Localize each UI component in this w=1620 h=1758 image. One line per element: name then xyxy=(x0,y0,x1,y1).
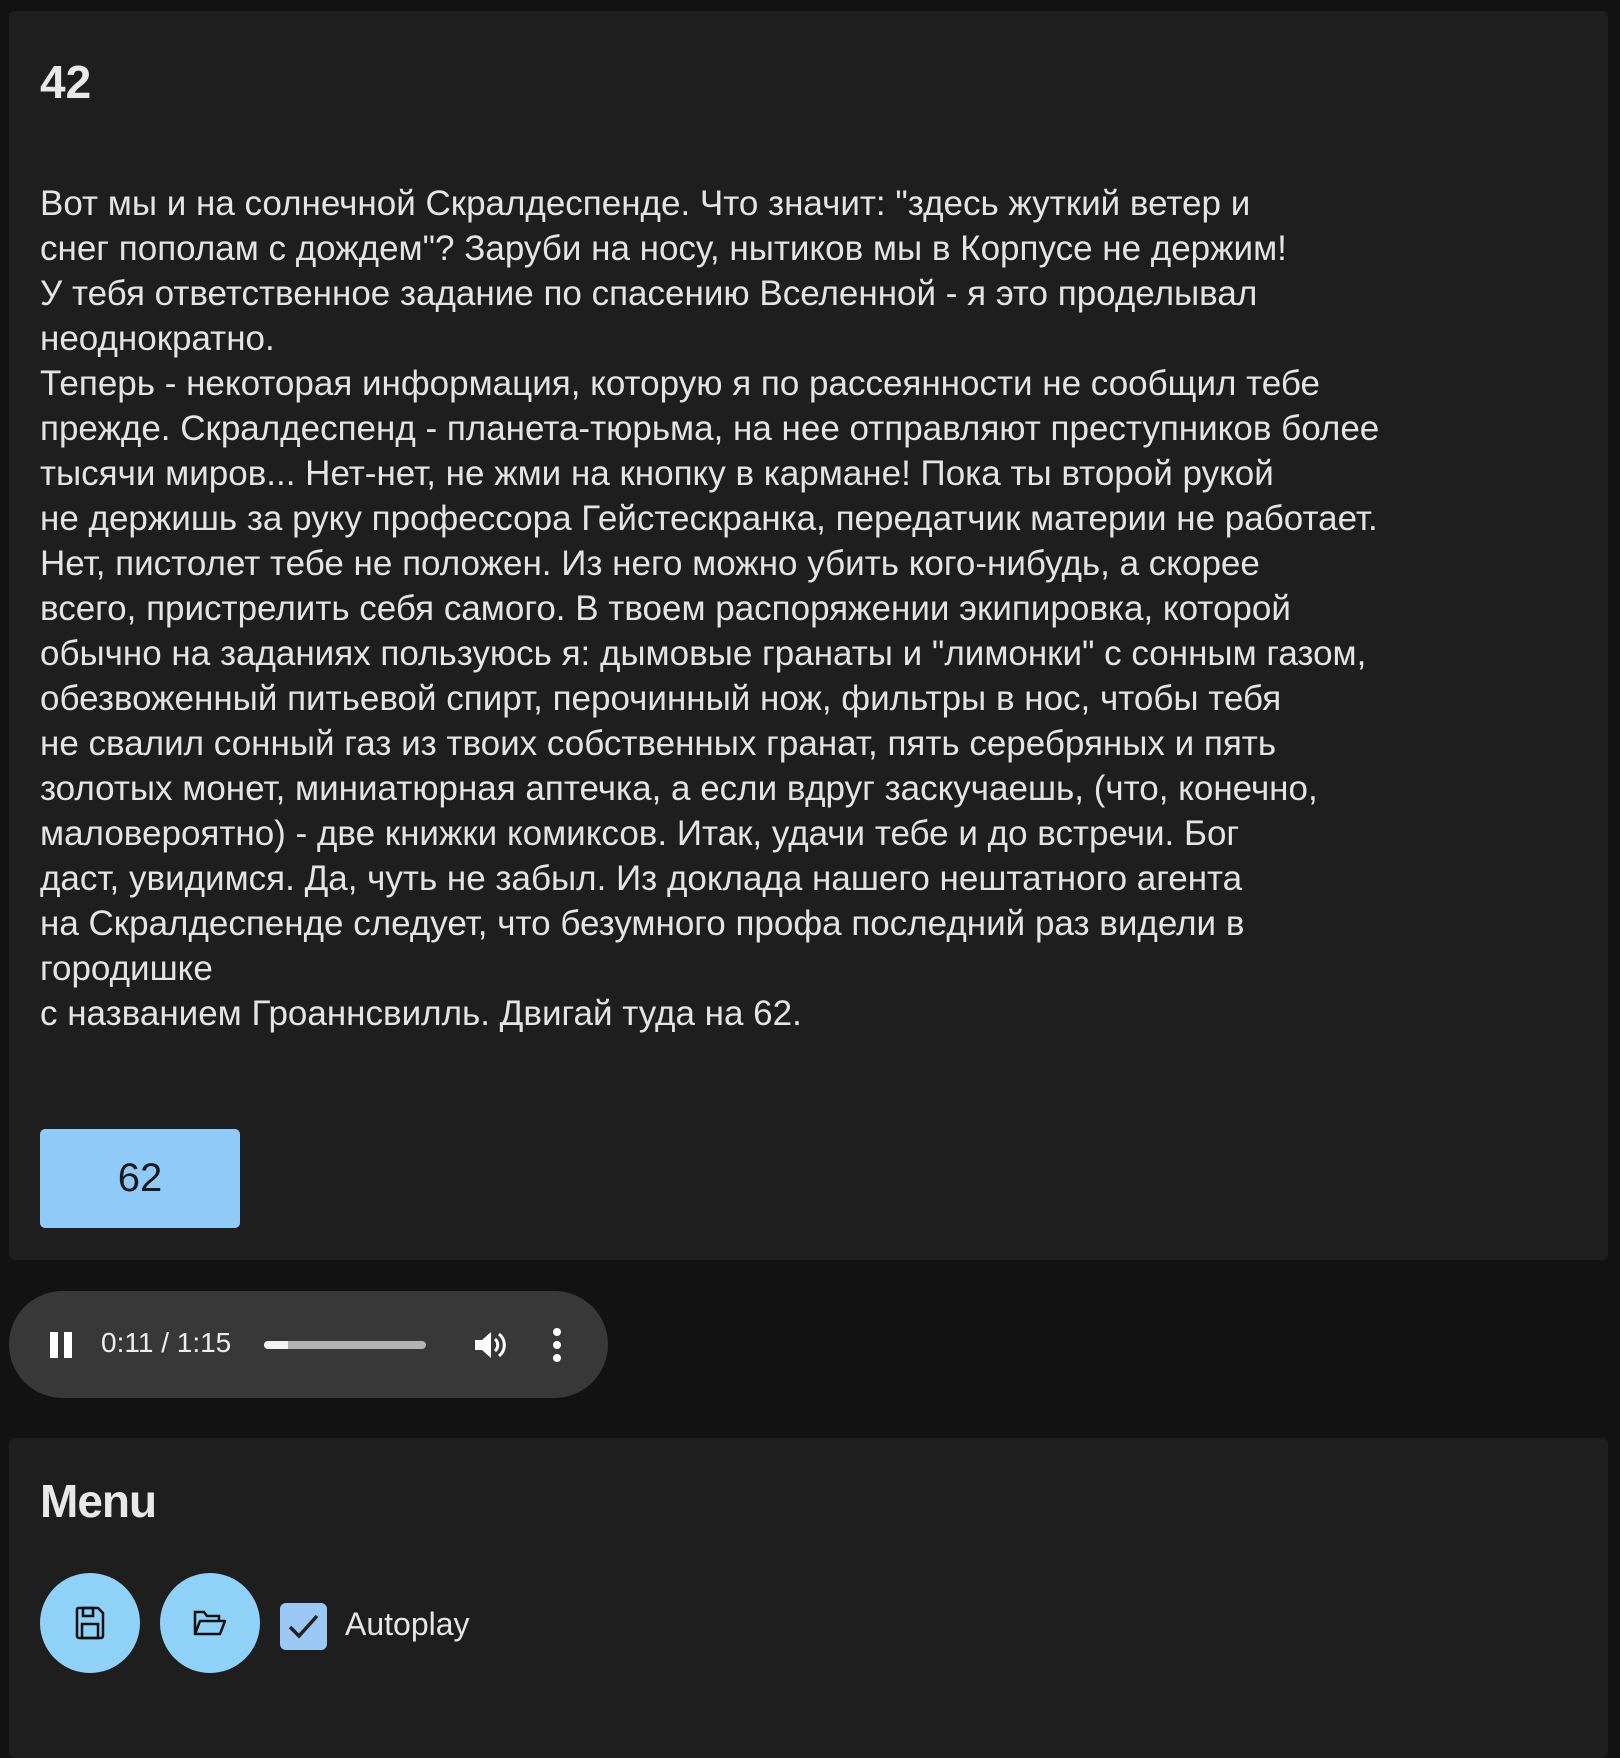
audio-player: 0:11 / 1:15 xyxy=(9,1291,608,1398)
story-line: снег пополам с дождем"? Заруби на носу, … xyxy=(40,229,1287,268)
story-card: 42 Вот мы и на солнечной Скралдеспенде. … xyxy=(9,11,1608,1260)
story-text: Вот мы и на солнечной Скралдеспенде. Что… xyxy=(40,181,1379,1036)
autoplay-label[interactable]: Autoplay xyxy=(345,1606,470,1643)
volume-icon[interactable] xyxy=(473,1329,507,1361)
menu-card: Menu Autoplay xyxy=(9,1438,1608,1758)
story-line: тысячи миров... Нет-нет, не жми на кнопк… xyxy=(40,454,1274,493)
story-line: даст, увидимся. Да, чуть не забыл. Из до… xyxy=(40,859,1243,898)
menu-title: Menu xyxy=(40,1475,157,1527)
pause-icon[interactable] xyxy=(49,1332,73,1358)
floppy-disk-icon xyxy=(75,1606,105,1640)
story-line: городишке xyxy=(40,949,213,988)
audio-time: 0:11 / 1:15 xyxy=(101,1327,232,1358)
story-line: обычно на заданиях пользуюсь я: дымовые … xyxy=(40,634,1367,673)
choice-button-62[interactable]: 62 xyxy=(40,1129,240,1228)
story-line: на Скралдеспенде следует, что безумного … xyxy=(40,904,1245,943)
story-line: неоднократно. xyxy=(40,319,275,358)
save-button[interactable] xyxy=(40,1573,140,1673)
story-line: всего, пристрелить себя самого. В твоем … xyxy=(40,589,1291,628)
story-line: Вот мы и на солнечной Скралдеспенде. Что… xyxy=(40,184,1251,223)
story-line: с названием Гроаннсвилль. Двигай туда на… xyxy=(40,994,802,1033)
check-icon xyxy=(288,1614,319,1639)
story-line: прежде. Скралдеспенд - планета-тюрьма, н… xyxy=(40,409,1380,448)
story-line: золотых монет, миниатюрная аптечка, а ес… xyxy=(40,769,1318,808)
story-line: У тебя ответственное задание по спасению… xyxy=(40,274,1258,313)
story-line: обезвоженный питьевой спирт, перочинный … xyxy=(40,679,1282,718)
load-button[interactable] xyxy=(160,1573,260,1673)
story-line: маловероятно) - две книжки комиксов. Ита… xyxy=(40,814,1240,853)
story-line: не держишь за руку профессора Гейстескра… xyxy=(40,499,1378,538)
autoplay-checkbox[interactable] xyxy=(280,1603,327,1650)
more-vert-icon[interactable] xyxy=(551,1327,563,1363)
story-line: Теперь - некоторая информация, которую я… xyxy=(40,364,1320,403)
story-line: Нет, пистолет тебе не положен. Из него м… xyxy=(40,544,1260,583)
audio-seek-slider[interactable] xyxy=(264,1341,426,1349)
story-line: не свалил сонный газ из твоих собственны… xyxy=(40,724,1277,763)
section-title: 42 xyxy=(40,56,92,108)
folder-open-icon xyxy=(193,1610,227,1636)
audio-progress-fill xyxy=(264,1341,288,1349)
